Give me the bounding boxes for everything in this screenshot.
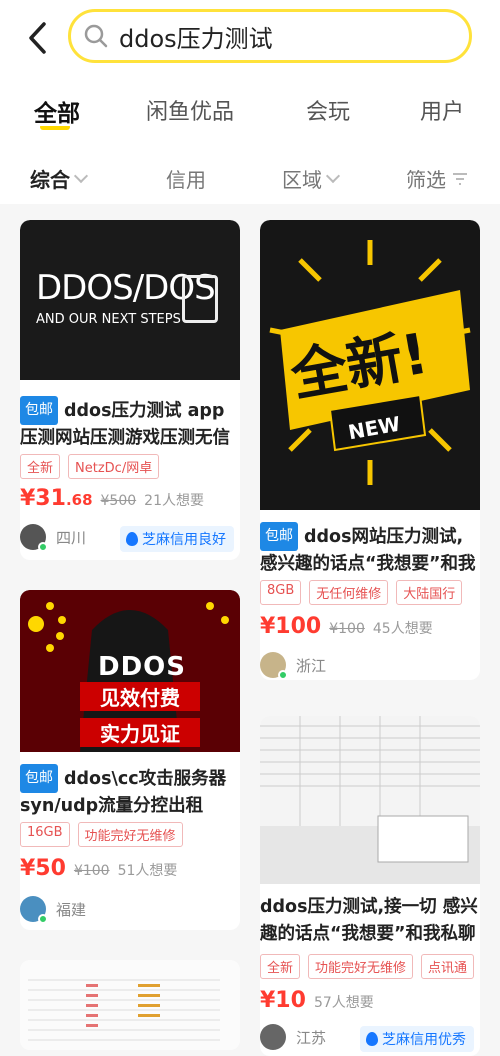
- product-price: ¥31.68: [20, 486, 93, 511]
- tab-users[interactable]: 用户: [420, 94, 464, 126]
- search-input[interactable]: ddos压力测试: [68, 9, 472, 63]
- product-price-row: ¥31.68 ¥500 21人想要: [20, 486, 204, 511]
- original-price: ¥100: [73, 863, 110, 879]
- image-text-pay: 见效付费: [80, 682, 200, 711]
- product-tags: 全新 NetzDc/网卓: [20, 454, 160, 479]
- filter-icon: [453, 172, 467, 185]
- want-count: 51人想要: [117, 863, 178, 879]
- product-title: 包邮 ddos网站压力测试, 感兴趣的话点“我想要”和我: [260, 522, 480, 578]
- product-card[interactable]: DDOS 见效付费 实力见证 包邮 ddos\cc攻击服务器 syn/udp流量分…: [20, 590, 240, 930]
- tab-all[interactable]: 全部: [34, 94, 80, 128]
- seller-info[interactable]: 四川: [20, 524, 87, 552]
- search-query: ddos压力测试: [119, 24, 273, 53]
- product-image: [260, 716, 480, 884]
- filter-screen-label: 筛选: [406, 168, 446, 192]
- seller-location: 江苏: [296, 1028, 327, 1047]
- product-image: DDOS 见效付费 实力见证: [20, 590, 240, 752]
- top-bar: ddos压力测试: [0, 0, 500, 76]
- seller-location: 四川: [56, 528, 87, 547]
- filter-bar: 综合 信用 区域 筛选: [0, 142, 500, 204]
- tab-play[interactable]: 会玩: [306, 94, 350, 126]
- active-tab-indicator: [40, 124, 70, 130]
- free-shipping-badge: 包邮: [20, 396, 58, 425]
- filter-credit[interactable]: 信用: [166, 164, 206, 193]
- product-title: ddos压力测试,接一切 感兴趣的话点“我想要”和我私聊: [260, 897, 478, 944]
- search-icon: [84, 24, 108, 48]
- product-title: 包邮 ddos\cc攻击服务器 syn/udp流量分控出租: [20, 764, 240, 820]
- product-tag: NetzDc/网卓: [68, 454, 160, 479]
- product-price: ¥50: [20, 856, 66, 881]
- filter-region[interactable]: 区域: [282, 164, 341, 193]
- credit-label: 芝麻信用优秀: [382, 1032, 466, 1048]
- filter-screen[interactable]: 筛选: [406, 164, 468, 193]
- product-card[interactable]: 全新! NEW 包邮 ddos网站压力测试, 感兴趣的话点“我想要”和我 8GB …: [260, 220, 480, 680]
- image-text-proof: 实力见证: [80, 718, 200, 747]
- original-price: ¥500: [100, 493, 137, 509]
- avatar: [20, 524, 48, 552]
- product-price-row: ¥100 ¥100 45人想要: [260, 614, 433, 639]
- product-tag: 功能完好无维修: [308, 954, 414, 979]
- chevron-left-icon: [29, 22, 46, 54]
- product-price: ¥100: [260, 614, 322, 639]
- avatar: [260, 1024, 286, 1050]
- seller-location: 福建: [56, 900, 87, 919]
- product-tag: 8GB: [260, 580, 302, 605]
- tab-bar: 全部 闲鱼优品 会玩 用户: [0, 76, 500, 142]
- free-shipping-badge: 包邮: [20, 764, 58, 793]
- product-tag: 无任何维修: [309, 580, 389, 605]
- server-list-screenshot: [20, 960, 240, 1050]
- want-count: 21人想要: [144, 493, 204, 509]
- back-button[interactable]: [22, 20, 52, 56]
- product-tag: 全新: [20, 454, 61, 479]
- logo-icon: [182, 275, 218, 323]
- product-tags: 全新 功能完好无维修 点讯通: [260, 954, 475, 979]
- free-shipping-badge: 包邮: [260, 522, 298, 551]
- want-count: 45人想要: [372, 621, 433, 637]
- product-tag: 16GB: [20, 822, 70, 847]
- product-image: [20, 960, 240, 1050]
- credit-badge: 芝麻信用良好: [120, 526, 234, 552]
- filter-sort[interactable]: 综合: [30, 164, 89, 193]
- avatar: [260, 652, 288, 680]
- drop-icon: [366, 1032, 378, 1046]
- want-count: 57人想要: [313, 995, 374, 1011]
- filter-region-label: 区域: [282, 168, 322, 192]
- product-image: DDOS/DOS AND OUR NEXT STEPS: [20, 220, 240, 380]
- seller-info[interactable]: 江苏: [260, 1024, 326, 1050]
- product-card[interactable]: [20, 960, 240, 1050]
- product-price-row: ¥50 ¥100 51人想要: [20, 856, 177, 881]
- avatar: [20, 896, 48, 924]
- drop-icon: [126, 532, 138, 546]
- seller-info[interactable]: 福建: [20, 896, 87, 924]
- tab-premium[interactable]: 闲鱼优品: [146, 94, 234, 126]
- product-tag: 大陆国行: [396, 580, 463, 605]
- chevron-down-icon: [325, 168, 341, 183]
- credit-label: 芝麻信用良好: [142, 532, 226, 548]
- product-tags: 16GB 功能完好无维修: [20, 822, 183, 847]
- product-tag: 点讯通: [421, 954, 475, 979]
- product-tag: 功能完好无维修: [77, 822, 183, 847]
- product-card[interactable]: DDOS/DOS AND OUR NEXT STEPS 包邮 ddos压力测试 a…: [20, 220, 240, 560]
- seller-info[interactable]: 浙江: [260, 652, 327, 680]
- product-image: 全新! NEW: [260, 220, 480, 510]
- chevron-down-icon: [73, 168, 89, 183]
- original-price: ¥100: [329, 621, 365, 637]
- product-tags: 8GB 无任何维修 大陆国行: [260, 580, 463, 605]
- product-price: ¥10: [260, 988, 306, 1013]
- image-text-subtitle: AND OUR NEXT STEPS: [36, 312, 181, 327]
- product-card[interactable]: ddos压力测试,接一切 感兴趣的话点“我想要”和我私聊 全新 功能完好无维修 …: [260, 716, 480, 1056]
- credit-badge: 芝麻信用优秀: [360, 1026, 474, 1052]
- filter-sort-label: 综合: [30, 168, 70, 192]
- product-tag: 全新: [260, 954, 301, 979]
- seller-location: 浙江: [296, 656, 327, 675]
- product-price-row: ¥10 57人想要: [260, 988, 374, 1013]
- software-screenshot: [260, 716, 480, 884]
- filter-credit-label: 信用: [166, 168, 206, 192]
- image-text-ddos: DDOS: [98, 652, 186, 682]
